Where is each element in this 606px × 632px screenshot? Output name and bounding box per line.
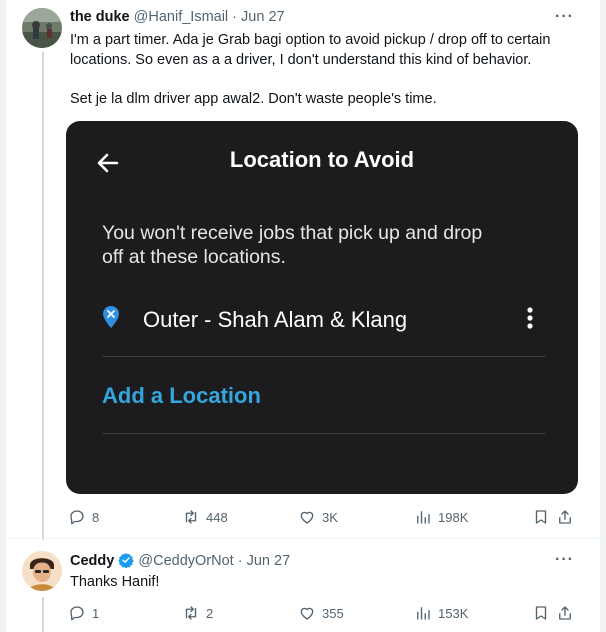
retweet-icon (185, 606, 197, 620)
media-description-line: You won't receive jobs that pick up and … (102, 222, 483, 244)
like-button[interactable]: 3K (298, 508, 338, 526)
tweet-header: Ceddy @CeddyOrNot · Jun 27 (70, 552, 290, 569)
share-icon (559, 510, 571, 524)
bookmark-icon (535, 510, 547, 524)
kebab-menu-icon (527, 307, 533, 329)
media-title: Location to Avoid (229, 147, 415, 172)
tweet-text-line: I'm a part timer. Ada je Grab bagi optio… (70, 32, 551, 48)
retweet-button[interactable]: 2 (182, 604, 213, 622)
right-frame (600, 0, 606, 632)
tweet-date[interactable]: Jun 27 (247, 553, 291, 569)
more-options-icon[interactable]: ··· (555, 551, 574, 569)
views-icon (417, 511, 430, 524)
tweet-actions: 1 2 355 153K (64, 604, 584, 624)
author-handle[interactable]: @CeddyOrNot (138, 553, 233, 569)
date-separator: · (228, 9, 242, 25)
author-handle[interactable]: @Hanif_Ismail (134, 9, 229, 25)
tweet-media-image[interactable]: Location to Avoid You won't receive jobs… (66, 121, 578, 494)
views-button[interactable]: 153K (414, 604, 468, 622)
location-pin-icon (103, 306, 119, 328)
tweet-text: Thanks Hanif! (70, 574, 160, 590)
media-description-line: off at these locations. (102, 246, 286, 268)
media-description: You won't receive jobs that pick up and … (102, 221, 482, 269)
tweet-text-line: Set je la dlm driver app awal2. Don't wa… (70, 90, 437, 107)
tweet-text: I'm a part timer. Ada je Grab bagi optio… (70, 31, 590, 109)
reply-icon (70, 510, 84, 525)
share-button[interactable] (556, 508, 574, 526)
reply-button[interactable]: 8 (68, 508, 99, 526)
share-icon (559, 606, 571, 620)
reply-button[interactable]: 1 (68, 604, 99, 622)
tweet-text-line: locations. So even as a a driver, I don'… (70, 51, 532, 68)
verified-badge-icon[interactable] (118, 552, 135, 568)
add-location-link: Add a Location (102, 383, 261, 408)
tweet-actions: 8 448 3K 198K (64, 508, 584, 528)
avatar[interactable] (22, 8, 62, 48)
thread-line (42, 597, 44, 632)
reply-icon (70, 606, 84, 621)
like-button[interactable]: 355 (298, 604, 344, 622)
author-name[interactable]: Ceddy (70, 553, 114, 569)
author-name[interactable]: the duke (70, 9, 130, 25)
tweet-header: the duke @Hanif_Ismail · Jun 27 (70, 9, 285, 25)
more-options-icon[interactable]: ··· (555, 8, 574, 26)
like-count: 3K (322, 509, 338, 525)
retweet-count: 2 (206, 605, 214, 621)
bookmark-icon (535, 606, 547, 620)
like-count: 355 (322, 605, 344, 621)
avatar-photo (22, 551, 62, 591)
views-count: 198K (438, 509, 469, 525)
retweet-button[interactable]: 448 (182, 508, 228, 526)
reply-count: 8 (92, 509, 100, 525)
divider (102, 356, 546, 357)
heart-icon (300, 607, 314, 620)
retweet-icon (185, 510, 197, 524)
reply-count: 1 (92, 605, 100, 621)
views-button[interactable]: 198K (414, 508, 468, 526)
divider (102, 433, 546, 434)
retweet-count: 448 (206, 509, 228, 525)
bookmark-button[interactable] (532, 508, 550, 526)
avoided-location-name: Outer - Shah Alam & Klang (143, 307, 408, 332)
bookmark-button[interactable] (532, 604, 550, 622)
date-separator: · (233, 553, 247, 569)
avatar[interactable] (22, 551, 62, 591)
avatar-photo (22, 8, 62, 48)
views-count: 153K (438, 605, 469, 621)
tweet-date[interactable]: Jun 27 (241, 9, 285, 25)
views-icon (417, 607, 430, 620)
share-button[interactable] (556, 604, 574, 622)
thread-line (42, 52, 44, 540)
heart-icon (300, 511, 314, 524)
